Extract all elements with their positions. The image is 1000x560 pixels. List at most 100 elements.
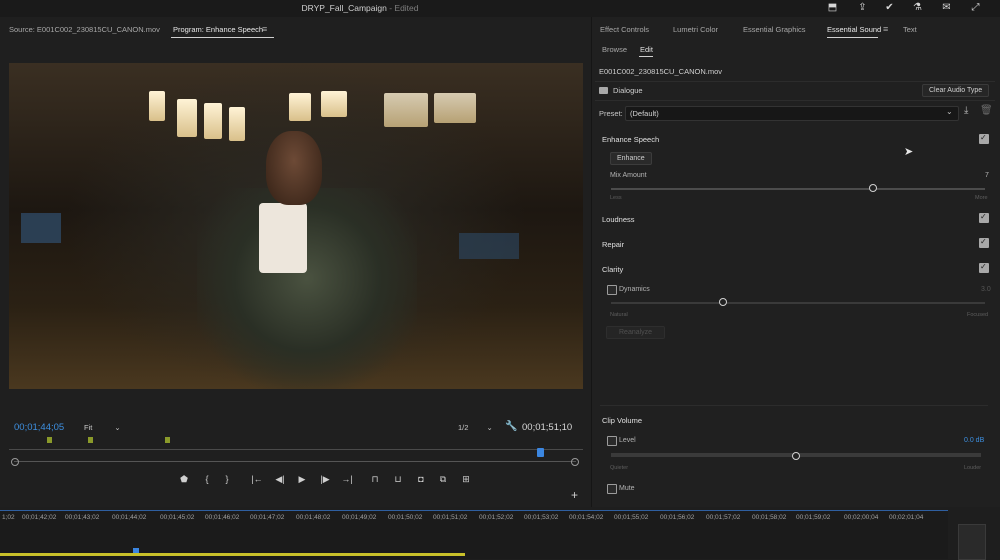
extract-button[interactable]: ⊔ [391,472,405,486]
zoom-handle-right[interactable] [571,458,579,466]
tab-essential-graphics[interactable]: Essential Graphics [743,25,806,34]
level-value[interactable]: 0.0 dB [964,437,984,444]
level-label: Level [619,437,636,444]
zoom-select[interactable]: Fit ⌄ [84,423,121,432]
compare-button[interactable]: ⧉ [436,472,450,486]
tab-effect-controls[interactable]: Effect Controls [600,25,649,34]
repair-checkbox[interactable] [979,237,989,248]
timeline-tick-label: 00;01;51;02 [433,514,468,521]
preset-value: (Default) [630,109,659,118]
mix-amount-track[interactable] [611,188,985,190]
clip-name: E001C002_230815CU_CANON.mov [599,67,722,76]
lift-button[interactable]: ⊓ [368,472,382,486]
dynamics-min-label: Natural [610,312,628,318]
enhance-button[interactable]: Enhance [610,152,652,165]
save-preset-icon[interactable]: ⤓ [964,105,968,116]
export-frame-button[interactable]: ◘ [414,472,428,486]
go-to-in-button[interactable]: |← [250,472,264,486]
chevron-down-icon[interactable]: ⌄ [946,107,953,116]
reanalyze-button[interactable]: Reanalyze [606,326,666,339]
timeline-tick-label: 00;01;43;02 [65,514,100,521]
play-button[interactable]: ▶ [295,472,309,486]
work-area-bar[interactable] [0,553,465,556]
mix-max-label: More [975,195,988,201]
mark-out-button[interactable]: } [220,472,234,486]
level-checkbox[interactable] [607,436,617,446]
tab-text[interactable]: Text [903,25,917,34]
step-forward-button[interactable]: |▶ [318,472,332,486]
marker[interactable] [47,437,52,443]
time-ruler[interactable] [9,449,583,450]
resolution-select[interactable]: 1/2 ⌄ [458,423,493,432]
clip-volume-title: Clip Volume [602,416,643,425]
mix-amount-value[interactable]: 7 [985,172,989,179]
timeline-tick-label: 00;02;00;04 [844,514,879,521]
timeline-tick-label: 00;01;52;02 [479,514,514,521]
enhance-speech-checkbox[interactable] [979,133,989,144]
share-icon[interactable]: ⇪ [856,1,869,14]
import-icon[interactable]: ⬒ [826,1,839,14]
active-tab-underline [171,37,274,38]
flask-icon[interactable]: ⚗ [911,1,924,14]
trash-icon[interactable]: 🗑 [980,105,993,116]
divider [600,405,988,406]
subtab-underline [639,56,653,57]
mute-checkbox[interactable] [607,484,617,494]
clarity-checkbox[interactable] [979,262,989,273]
tab-source-monitor[interactable]: Source: E001C002_230815CU_CANON.mov [9,25,160,34]
timeline-tick-label: 00;01;49;02 [342,514,377,521]
chat-icon[interactable]: ✉ [940,1,953,14]
marker[interactable] [165,437,170,443]
tab-lumetri-color[interactable]: Lumetri Color [673,25,718,34]
dynamics-label: Dynamics [619,286,650,293]
mix-amount-label: Mix Amount [610,172,647,179]
timeline-tick-label: 00;01;54;02 [569,514,604,521]
loudness-checkbox[interactable] [979,212,989,223]
add-button[interactable]: + [571,488,578,502]
level-knob[interactable] [792,452,800,460]
dynamics-checkbox[interactable] [607,285,617,295]
tab-essential-sound[interactable]: Essential Sound [827,25,881,34]
subject-face [266,131,322,205]
zoom-handle-left[interactable] [11,458,19,466]
preset-label: Preset: [599,109,623,118]
scrub-bar[interactable] [14,461,576,462]
expand-icon[interactable]: ⤢ [969,1,982,14]
add-marker-button[interactable]: ⬟ [177,472,191,486]
timeline-tick-label: 00;01;42;02 [22,514,57,521]
preset-select[interactable] [625,106,959,121]
dynamics-max-label: Focused [967,312,989,318]
timeline-tick-label: 00;01;57;02 [706,514,741,521]
playhead[interactable] [537,448,544,457]
clear-audio-type-button[interactable]: Clear Audio Type [922,84,990,97]
clarity-title: Clarity [602,265,624,274]
step-back-button[interactable]: ◀| [273,472,287,486]
go-to-out-button[interactable]: →| [340,472,354,486]
duration-timecode: 00;01;51;10 [522,422,573,433]
subtab-edit[interactable]: Edit [640,45,653,54]
multicam-button[interactable]: ⊞ [459,472,473,486]
wrench-icon[interactable]: 🔧 [505,421,517,432]
subtab-browse[interactable]: Browse [602,45,627,54]
mix-min-label: Less [610,195,622,201]
timeline-tick-label: 00;01;48;02 [296,514,331,521]
timeline-tick-label: 00;01;59;02 [796,514,831,521]
mix-amount-knob[interactable] [868,184,877,192]
marker[interactable] [88,437,93,443]
program-menu-icon[interactable]: ≡ [262,24,267,34]
dynamics-value[interactable]: 3.0 [981,286,991,293]
timeline-tick-label: 00;01;44;02 [112,514,147,521]
check-icon[interactable]: ✔ [883,1,896,14]
tab-program-monitor[interactable]: Program: Enhance Speech [173,25,263,34]
timeline-tick-label: 00;01;56;02 [660,514,695,521]
panel-menu-icon[interactable]: ≡ [883,24,888,34]
timeline-tick-label: 00;01;45;02 [160,514,195,521]
mark-in-button[interactable]: { [200,472,214,486]
timeline-tick-label: 00;01;53;02 [524,514,559,521]
dynamics-track[interactable] [611,302,985,304]
timeline-tick-label: 1;02 [2,514,15,521]
current-timecode[interactable]: 00;01;44;05 [14,422,64,433]
level-min-label: Quieter [610,465,629,471]
active-tab-underline [827,37,878,38]
divider [595,100,995,101]
